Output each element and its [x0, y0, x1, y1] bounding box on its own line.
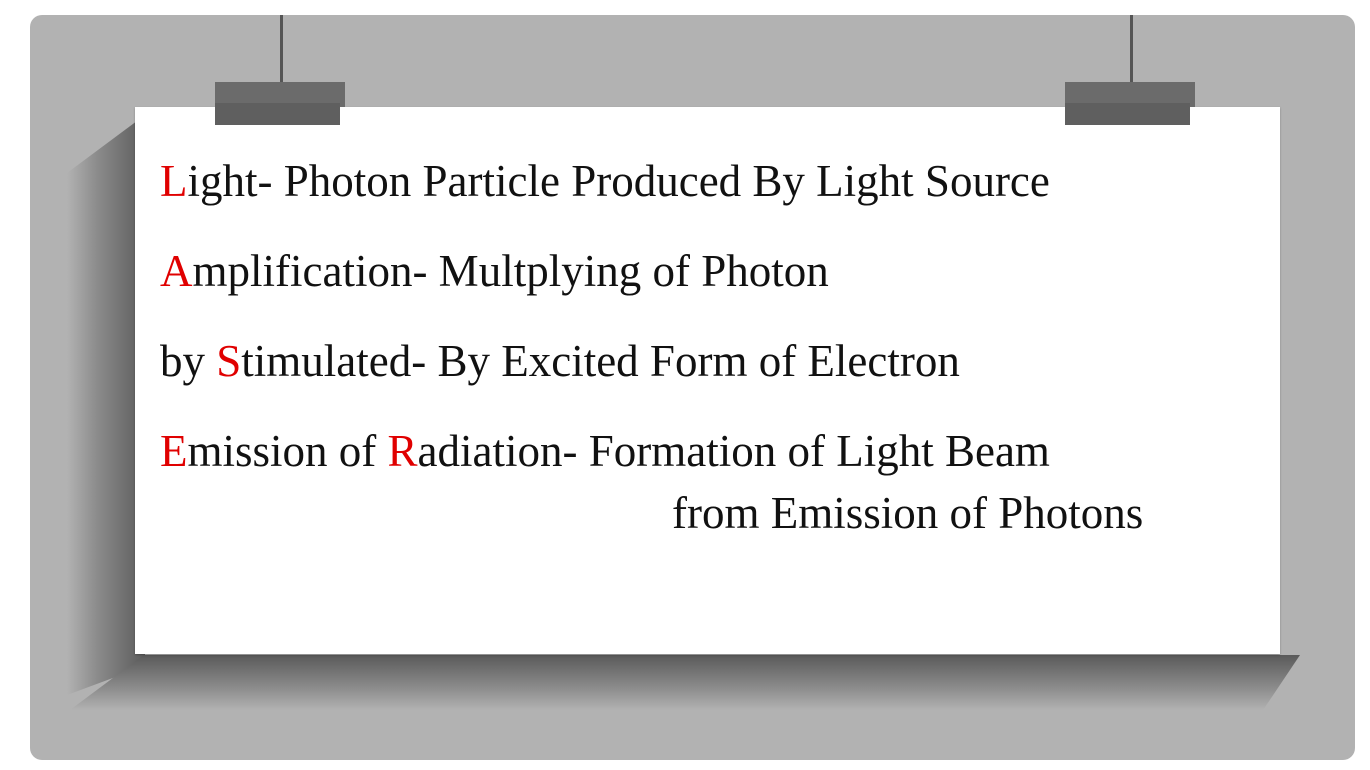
acronym-initial: E [160, 426, 188, 476]
acronym-text: mission of [187, 426, 388, 476]
hanging-wire-right [1130, 15, 1133, 87]
acronym-text: ight- Photon Particle Produced By Light … [187, 156, 1050, 206]
paper-shadow-left [67, 115, 145, 695]
acronym-line-continuation: from Emission of Photons [672, 488, 1144, 538]
acronym-line-light: Light- Photon Particle Produced By Light… [160, 155, 1050, 207]
binder-clip-right-lower [1065, 103, 1190, 125]
paper-shadow-bottom [70, 655, 1300, 710]
poster-background: Light- Photon Particle Produced By Light… [30, 15, 1355, 760]
acronym-line-stimulated: by Stimulated- By Excited Form of Electr… [160, 335, 960, 387]
acronym-initial: R [387, 426, 418, 476]
acronym-initial: A [160, 246, 193, 296]
acronym-text: adiation- Formation of Light Beam [417, 426, 1050, 476]
acronym-initial: S [216, 336, 242, 386]
acronym-initial: L [160, 156, 188, 206]
acronym-text: timulated- By Excited Form of Electron [241, 336, 960, 386]
acronym-text: mplification- Multplying of Photon [192, 246, 829, 296]
acronym-line-amplification: Amplification- Multplying of Photon [160, 245, 829, 297]
acronym-line-emission-radiation: Emission of Radiation- Formation of Ligh… [160, 425, 1050, 477]
hanging-wire-left [280, 15, 283, 87]
acronym-prefix: by [160, 336, 217, 386]
binder-clip-left-lower [215, 103, 340, 125]
